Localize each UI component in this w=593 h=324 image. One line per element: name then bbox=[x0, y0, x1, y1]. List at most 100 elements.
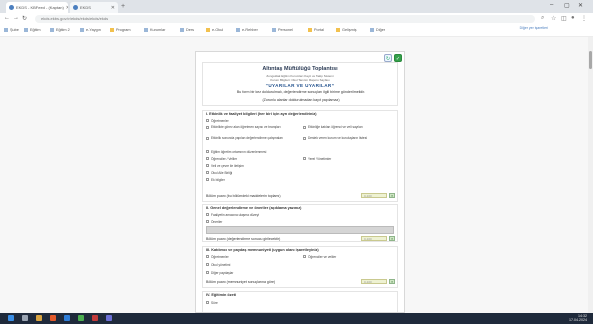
close-icon[interactable]: ✕ bbox=[111, 5, 115, 11]
browser-icon[interactable] bbox=[50, 315, 56, 321]
checkbox[interactable] bbox=[303, 137, 306, 141]
notes-textarea[interactable] bbox=[206, 226, 394, 234]
checkbox[interactable] bbox=[206, 301, 209, 305]
checkbox[interactable] bbox=[206, 263, 209, 267]
tab-ekds-feed[interactable]: EKDS - KBFeed - (Kaptan) ✕ bbox=[6, 2, 68, 13]
bookmark-item[interactable]: e-Rehber bbox=[236, 27, 258, 33]
bookmark-item[interactable]: Şube bbox=[4, 27, 19, 33]
maximize-button[interactable]: ▢ bbox=[564, 2, 570, 9]
checkbox-option[interactable]: Etkinlik sonunda yapılan değerlendirme ç… bbox=[206, 136, 296, 141]
checkbox-option[interactable]: Etkinlikte görev alan öğretmen sayısı ve… bbox=[206, 125, 296, 130]
checkbox-option[interactable]: Veli ve çevre ile iletişim bbox=[206, 164, 244, 168]
app-icon[interactable] bbox=[106, 315, 112, 321]
checkbox-option[interactable]: Eğitim öğretim ortamının düzenlenmesi bbox=[206, 150, 266, 154]
close-icon[interactable]: ✕ bbox=[66, 5, 68, 11]
app-icon[interactable] bbox=[92, 315, 98, 321]
checkbox-option[interactable]: Süre bbox=[206, 301, 218, 305]
save-icon[interactable]: ✓ bbox=[394, 54, 402, 62]
checkbox-option[interactable]: Diğer paydaşlar bbox=[206, 271, 233, 275]
bookmark-item[interactable]: Program bbox=[110, 27, 131, 33]
new-tab-button[interactable]: + bbox=[121, 2, 125, 11]
app-icon[interactable] bbox=[78, 315, 84, 321]
checkbox[interactable] bbox=[206, 119, 209, 123]
option-label: Eğitim öğretim ortamının düzenlenmesi bbox=[211, 150, 267, 154]
option-label: Etkinlikte görev alan öğretmen sayısı ve… bbox=[211, 125, 281, 129]
form-subtitle: Kurum Bilgileri: Okul Tanıtım Raporu Say… bbox=[270, 78, 330, 82]
score-input[interactable]: 0-100 bbox=[361, 193, 387, 198]
edge-icon[interactable] bbox=[64, 315, 70, 321]
extensions-icon[interactable]: ◫ bbox=[561, 15, 567, 22]
checkbox-option[interactable]: Öğrenciler ve veliler bbox=[303, 255, 336, 259]
checkbox[interactable] bbox=[206, 157, 209, 161]
menu-icon[interactable]: ⋮ bbox=[581, 15, 587, 22]
checkbox[interactable] bbox=[303, 157, 306, 161]
minimize-button[interactable]: – bbox=[550, 2, 553, 8]
checkbox[interactable] bbox=[303, 255, 306, 259]
star-icon[interactable]: ☆ bbox=[551, 15, 556, 22]
checkbox[interactable] bbox=[206, 150, 209, 154]
search-icon[interactable] bbox=[22, 315, 28, 321]
checkbox-option[interactable]: Okul yönetimi bbox=[206, 263, 230, 267]
form-header: Altıntaş Müftülüğü Toplantısı Zonguldak … bbox=[202, 62, 398, 106]
doc-toolbar: ↻ ✓ bbox=[384, 54, 402, 62]
bookmark-item[interactable]: Eğitim bbox=[24, 27, 41, 33]
checkbox-option[interactable]: Etkinliğe katılan öğrenci ve veli sayıla… bbox=[303, 125, 393, 130]
checkbox[interactable] bbox=[206, 213, 209, 217]
section-1: I. Etkinlik ve faaliyet bilgileri (her b… bbox=[202, 110, 398, 202]
checkbox[interactable] bbox=[206, 178, 209, 182]
bookmark-item[interactable]: Eğitim 2 bbox=[50, 27, 70, 33]
clock[interactable]: 14:32 17.04.2024 bbox=[569, 314, 587, 322]
bookmark-item[interactable]: Kurumlar bbox=[144, 27, 165, 33]
bookmark-item[interactable]: Personel bbox=[272, 27, 293, 33]
back-arrow-icon[interactable]: ← bbox=[4, 15, 10, 21]
close-window-button[interactable]: ✕ bbox=[578, 2, 583, 9]
option-label: Etkinlik sonunda yapılan değerlendirme ç… bbox=[211, 136, 283, 140]
checkbox-option[interactable]: Öneriler bbox=[206, 220, 222, 224]
bookmark-item[interactable]: Gelişmiş bbox=[336, 27, 357, 33]
other-bookmarks-link[interactable]: Diğer yer işaretleri bbox=[520, 26, 548, 30]
checkbox-option[interactable]: Okul Aile Birliği bbox=[206, 171, 232, 175]
checkbox-option[interactable]: Destek veren kurum ve kuruluşların liste… bbox=[303, 136, 393, 141]
zoom-icon[interactable]: ⌕ bbox=[541, 15, 544, 22]
forward-arrow-icon[interactable]: → bbox=[13, 15, 19, 21]
page-icon bbox=[272, 28, 276, 32]
checkbox[interactable] bbox=[206, 164, 209, 168]
checkbox-option[interactable]: Faaliyetin amacına ulaşma düzeyi bbox=[206, 213, 259, 217]
page-icon bbox=[370, 28, 374, 32]
page-scrollbar[interactable] bbox=[588, 37, 593, 313]
screen: EKDS - KBFeed - (Kaptan) ✕ EKDS ✕ + – ▢ … bbox=[0, 0, 593, 324]
bookmark-item[interactable]: Ders bbox=[180, 27, 194, 33]
bookmark-item[interactable]: Portal bbox=[308, 27, 324, 33]
profile-icon[interactable]: ● bbox=[571, 15, 575, 21]
section-title: III. Katılımcı ve paydaş memnuniyeti (uy… bbox=[206, 248, 319, 252]
checkbox-option[interactable]: Ek bilgiler bbox=[206, 178, 225, 182]
score-calc-button[interactable]: ≡ bbox=[389, 193, 395, 198]
bookmark-item[interactable]: e-Yaygın bbox=[80, 27, 101, 33]
checkbox[interactable] bbox=[206, 137, 209, 141]
checkbox[interactable] bbox=[206, 171, 209, 175]
option-label: Faaliyetin amacına ulaşma düzeyi bbox=[211, 213, 260, 217]
score-calc-button[interactable]: ≡ bbox=[389, 236, 395, 241]
bookmark-item[interactable]: e-Okul bbox=[206, 27, 223, 33]
bookmark-item[interactable]: Diğer bbox=[370, 27, 385, 33]
start-icon[interactable] bbox=[8, 315, 14, 321]
scrollbar-thumb[interactable] bbox=[589, 51, 592, 69]
file-explorer-icon[interactable] bbox=[36, 315, 42, 321]
score-input[interactable]: 0-100 bbox=[361, 236, 387, 241]
checkbox-option[interactable]: Öğretmenler bbox=[206, 255, 229, 259]
checkbox[interactable] bbox=[206, 255, 209, 259]
checkbox-option[interactable]: Öğrenciler / Veliler bbox=[206, 157, 237, 161]
checkbox-option[interactable]: Öğretmenler bbox=[206, 119, 229, 123]
tab-ekds[interactable]: EKDS ✕ bbox=[70, 2, 118, 13]
refresh-icon[interactable]: ↻ bbox=[384, 54, 392, 62]
score-input[interactable]: 0-100 bbox=[361, 279, 387, 284]
url-field[interactable]: ekds.ekbs.gov.tr/ekds/ekds/ekds/ekds bbox=[35, 15, 535, 23]
checkbox[interactable] bbox=[303, 126, 306, 130]
reload-icon[interactable]: ↻ bbox=[22, 15, 27, 22]
checkbox-option[interactable]: Yerel Yönetimler bbox=[303, 157, 331, 161]
score-calc-button[interactable]: ≡ bbox=[389, 279, 395, 284]
checkbox[interactable] bbox=[206, 271, 209, 275]
option-label: Öğretmenler bbox=[211, 119, 229, 123]
checkbox[interactable] bbox=[206, 126, 209, 130]
checkbox[interactable] bbox=[206, 220, 209, 224]
